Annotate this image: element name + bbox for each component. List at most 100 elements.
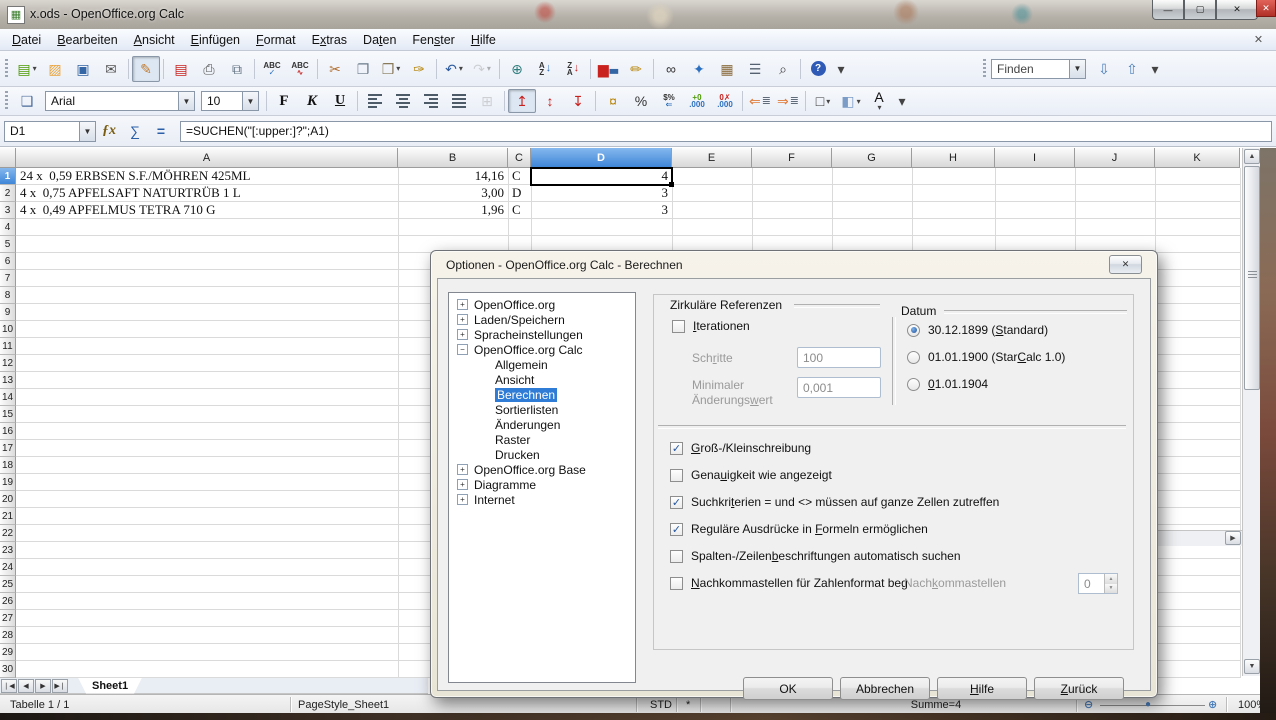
scrollbar-thumb[interactable] xyxy=(1244,166,1260,390)
column-header-d[interactable]: D xyxy=(531,148,672,168)
tree-item-ansicht[interactable]: Ansicht xyxy=(449,372,635,387)
previous-sheet-button[interactable]: ◀ xyxy=(18,679,34,693)
data-sources-button[interactable]: ☰ xyxy=(741,56,769,82)
row-header-2[interactable]: 2 xyxy=(0,185,16,202)
desktop-close-icon[interactable]: ✕ xyxy=(1256,0,1276,17)
date-radio-30-12-1899-standard-[interactable]: 30.12.1899 (Standard) xyxy=(907,323,1048,337)
tree-item-diagramme[interactable]: +Diagramme xyxy=(449,477,635,492)
row-header-3[interactable]: 3 xyxy=(0,202,16,219)
toolbar-grip[interactable] xyxy=(5,59,8,79)
increase-indent-button[interactable]: ⇒≣ xyxy=(774,89,802,113)
edit-mode-button[interactable]: ✎ xyxy=(132,56,160,82)
row-header-16[interactable]: 16 xyxy=(0,423,16,440)
find-previous-button[interactable]: ⇧ xyxy=(1118,56,1146,82)
horizontal-scrollbar[interactable]: ▶ xyxy=(1158,530,1242,546)
minimize-button[interactable]: — xyxy=(1152,0,1184,20)
page-preview-button[interactable]: ⧉ xyxy=(223,56,251,82)
row-header-4[interactable]: 4 xyxy=(0,219,16,236)
row-header-14[interactable]: 14 xyxy=(0,389,16,406)
row-header-27[interactable]: 27 xyxy=(0,610,16,627)
row-header-26[interactable]: 26 xyxy=(0,593,16,610)
name-box[interactable]: D1 ▼ xyxy=(4,121,96,142)
cut-button[interactable]: ✂ xyxy=(321,56,349,82)
sort-ascending-button[interactable]: AZ↓ xyxy=(531,56,559,82)
zoom-button[interactable]: ⌕ xyxy=(769,56,797,82)
tree-item-openoffice-org-base[interactable]: +OpenOffice.org Base xyxy=(449,462,635,477)
cell-a2[interactable]: 4 x 0,75 APFELSAFT NATURTRÜB 1 L xyxy=(16,185,398,202)
first-sheet-button[interactable]: ❘◀ xyxy=(1,679,17,693)
scroll-right-icon[interactable]: ▶ xyxy=(1225,531,1241,545)
align-right-button[interactable] xyxy=(417,89,445,113)
column-header-h[interactable]: H xyxy=(912,148,995,168)
save-button[interactable]: ▣ xyxy=(69,56,97,82)
zoom-slider-thumb[interactable]: ● xyxy=(1145,699,1151,710)
sort-descending-button[interactable]: ZA↓ xyxy=(559,56,587,82)
chevron-down-icon[interactable]: ▼ xyxy=(1069,60,1085,78)
option-checkbox-regul-re-ausdr-cke-in-formeln-erm-gliche[interactable]: ✓Reguläre Ausdrücke in Formeln ermöglich… xyxy=(670,522,999,536)
font-color-button[interactable]: A▾ xyxy=(865,89,893,113)
align-center-vertically-button[interactable]: ↕ xyxy=(536,89,564,113)
menu-bearbeiten[interactable]: Bearbeiten xyxy=(49,30,125,50)
row-header-24[interactable]: 24 xyxy=(0,559,16,576)
tree-item-berechnen[interactable]: Berechnen xyxy=(449,387,635,402)
row-header-1[interactable]: 1 xyxy=(0,168,16,185)
styles-window-button[interactable]: ❑ xyxy=(13,89,41,113)
row-header-18[interactable]: 18 xyxy=(0,457,16,474)
row-header-28[interactable]: 28 xyxy=(0,627,16,644)
toolbar-grip[interactable] xyxy=(5,91,8,111)
row-header-22[interactable]: 22 xyxy=(0,525,16,542)
close-document-icon[interactable]: ✕ xyxy=(1251,32,1266,47)
iterations-checkbox[interactable]: Iterationen xyxy=(672,319,750,333)
cell-b3[interactable]: 1,96 xyxy=(398,202,508,219)
menu-hilfe[interactable]: Hilfe xyxy=(463,30,504,50)
toolbar-grip[interactable] xyxy=(983,59,986,79)
auto-spellcheck-button[interactable]: ABC∿ xyxy=(286,56,314,82)
underline-button[interactable]: U xyxy=(326,89,354,113)
menu-ansicht[interactable]: Ansicht xyxy=(126,30,183,50)
font-name-combo[interactable]: Arial ▼ xyxy=(45,91,195,111)
cell-c3[interactable]: C xyxy=(508,202,531,219)
row-header-21[interactable]: 21 xyxy=(0,508,16,525)
chevron-down-icon[interactable]: ▾ xyxy=(396,64,400,73)
chevron-down-icon[interactable]: ▾ xyxy=(33,64,37,73)
find-replace-button[interactable]: ∞ xyxy=(657,56,685,82)
open-folder-button[interactable]: ▨ xyxy=(41,56,69,82)
scroll-up-icon[interactable]: ▲ xyxy=(1244,149,1260,164)
add-decimal-place-button[interactable]: +0.000 xyxy=(683,89,711,113)
menu-extras[interactable]: Extras xyxy=(304,30,355,50)
menu-datei[interactable]: Datei xyxy=(4,30,49,50)
expand-icon[interactable]: + xyxy=(457,329,468,340)
find-toolbar-options-button[interactable]: ▾ xyxy=(1146,56,1164,82)
tab-sheet1[interactable]: Sheet1 xyxy=(78,678,142,694)
vertical-scrollbar[interactable]: ▲ ▼ xyxy=(1242,148,1260,676)
equals-button[interactable]: = xyxy=(148,120,174,142)
find-input[interactable]: Finden ▼ xyxy=(991,59,1086,79)
align-center-button[interactable] xyxy=(389,89,417,113)
number-format-percent-button[interactable]: % xyxy=(627,89,655,113)
row-header-29[interactable]: 29 xyxy=(0,644,16,661)
row-header-30[interactable]: 30 xyxy=(0,661,16,678)
scroll-down-icon[interactable]: ▼ xyxy=(1244,659,1260,674)
column-header-c[interactable]: C xyxy=(508,148,531,168)
zoom-in-icon[interactable]: ⊕ xyxy=(1208,698,1217,711)
cell-b2[interactable]: 3,00 xyxy=(398,185,508,202)
last-sheet-button[interactable]: ▶❘ xyxy=(52,679,68,693)
row-header-20[interactable]: 20 xyxy=(0,491,16,508)
cell-d2[interactable]: 3 xyxy=(531,185,672,202)
find-next-button[interactable]: ⇩ xyxy=(1090,56,1118,82)
tree-item--nderungen[interactable]: Änderungen xyxy=(449,417,635,432)
menu-format[interactable]: Format xyxy=(248,30,304,50)
help-button[interactable]: ? xyxy=(804,56,832,82)
cell-c1[interactable]: C xyxy=(508,168,531,185)
cell-b1[interactable]: 14,16 xyxy=(398,168,508,185)
abbrechen-button[interactable]: Abbrechen xyxy=(840,677,930,700)
gallery-button[interactable]: ▦ xyxy=(713,56,741,82)
dialog-close-button[interactable]: ✕ xyxy=(1109,255,1142,274)
formula-input[interactable]: =SUCHEN("[:upper:]?";A1) xyxy=(180,121,1272,142)
expand-icon[interactable]: + xyxy=(457,464,468,475)
row-header-13[interactable]: 13 xyxy=(0,372,16,389)
row-header-15[interactable]: 15 xyxy=(0,406,16,423)
row-header-7[interactable]: 7 xyxy=(0,270,16,287)
number-format-standard-button[interactable]: $%⇐ xyxy=(655,89,683,113)
column-header-g[interactable]: G xyxy=(832,148,912,168)
